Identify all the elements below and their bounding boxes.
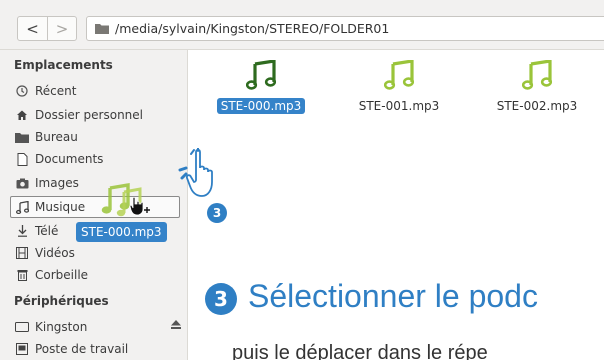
computer-icon (14, 342, 30, 356)
sidebar-item-trash[interactable]: Corbeille (14, 264, 88, 286)
path-bar[interactable]: /media/sylvain/Kingston/STEREO/FOLDER01 (86, 16, 604, 41)
sidebar-item-label: Récent (35, 84, 77, 98)
forward-button[interactable]: > (46, 17, 76, 40)
sidebar-item-label: Corbeille (35, 268, 89, 282)
trash-icon (14, 268, 30, 282)
drag-cursor-icon (129, 196, 150, 216)
file-name: STE-001.mp3 (358, 99, 440, 113)
eject-icon[interactable] (170, 320, 182, 330)
file-item[interactable]: STE-002.mp3 (482, 60, 592, 114)
music-file-icon (522, 60, 552, 90)
home-icon (14, 108, 30, 122)
step-badge: 3 (207, 203, 227, 223)
toolbar: < > /media/sylvain/Kingston/STEREO/FOLDE… (0, 0, 604, 50)
sidebar-item-label: Poste de travail (35, 342, 129, 356)
places-header: Emplacements (14, 58, 113, 72)
sidebar-item-desktop[interactable]: Bureau (14, 126, 78, 148)
music-file-icon (246, 60, 276, 90)
file-name: STE-000.mp3 (216, 98, 306, 114)
sidebar-item-label: Bureau (35, 130, 78, 144)
sidebar-item-label: Kingston (35, 320, 88, 334)
clock-icon (14, 84, 30, 98)
drive-icon (14, 320, 30, 334)
sidebar-item-label: Télé (35, 224, 59, 238)
sidebar-item-images[interactable]: Images (14, 172, 79, 194)
document-icon (14, 152, 30, 166)
music-file-icon (384, 60, 414, 90)
file-name: STE-002.mp3 (496, 99, 578, 113)
folder-icon (95, 24, 109, 34)
sidebar-item-documents[interactable]: Documents (14, 148, 103, 170)
tutorial-caption: 3 Sélectionner le podc puis le déplacer … (188, 250, 604, 360)
sidebar-item-label: Documents (35, 152, 104, 166)
nav-buttons: < > (17, 16, 77, 41)
folder-icon (14, 130, 30, 144)
back-button[interactable]: < (18, 17, 47, 40)
path-text: /media/sylvain/Kingston/STEREO/FOLDER01 (115, 21, 390, 36)
sidebar-item-kingston[interactable]: Kingston (14, 316, 87, 338)
step-number-badge: 3 (205, 283, 237, 315)
hand-pointer-icon (178, 148, 213, 197)
music-icon (14, 200, 30, 214)
download-icon (14, 224, 30, 238)
sidebar-item-recent[interactable]: Récent (14, 80, 76, 102)
sidebar-item-label: Images (35, 176, 79, 190)
file-item[interactable]: STE-000.mp3 (206, 60, 316, 114)
sidebar-item-home[interactable]: Dossier personnel (14, 104, 143, 126)
camera-icon (14, 176, 30, 190)
sidebar-item-label: Musique (35, 200, 86, 214)
sidebar-item-downloads[interactable]: Télé (14, 220, 58, 242)
tutorial-subline: puis le déplacer dans le répe (232, 342, 488, 360)
drag-label: STE-000.mp3 (76, 222, 167, 242)
devices-header: Périphériques (14, 294, 109, 308)
sidebar-item-label: Dossier personnel (35, 108, 144, 122)
sidebar-item-computer[interactable]: Poste de travail (14, 338, 128, 360)
file-item[interactable]: STE-001.mp3 (344, 60, 454, 114)
sidebar-item-videos[interactable]: Vidéos (14, 242, 75, 264)
sidebar: Emplacements Récent Dossier personnel Bu… (0, 50, 188, 360)
sidebar-item-label: Vidéos (35, 246, 75, 260)
tutorial-headline: Sélectionner le podc (248, 278, 538, 314)
sidebar-item-music[interactable]: Musique (10, 196, 180, 218)
film-icon (14, 246, 30, 260)
